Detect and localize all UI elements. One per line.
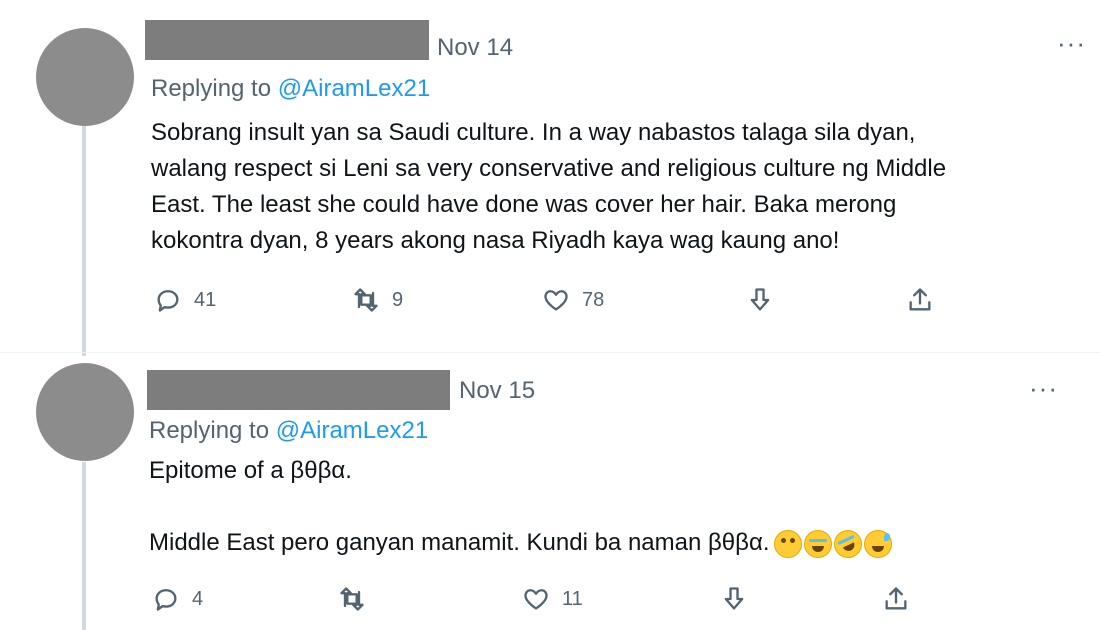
like-count: 11 [562,587,583,610]
redacted-username [145,20,429,60]
tweet[interactable]: Nov 14 ··· Replying to @AiramLex21 Sobra… [0,0,1100,352]
tweet[interactable]: Nov 15 ··· Replying to @AiramLex21 Epito… [0,353,1100,630]
share-button[interactable] [882,585,910,613]
retweet-icon [354,288,378,312]
replying-to-label: Replying to [151,75,278,102]
like-icon [544,290,568,311]
downvote-icon [750,288,770,311]
mention-link[interactable]: @AiramLex21 [278,75,430,102]
like-count: 78 [582,288,605,311]
tweet-date[interactable]: Nov 15 [459,377,535,405]
retweet-button[interactable] [338,585,378,613]
emoji-group [773,525,892,563]
downvote-icon [724,587,744,610]
share-button[interactable] [906,286,934,314]
retweet-button[interactable]: 9 [352,286,403,314]
like-button[interactable]: 11 [522,585,583,613]
tweet-actions: 41 9 78 [0,282,1100,322]
replying-to: Replying to @AiramLex21 [149,417,428,445]
reply-button[interactable]: 4 [152,585,203,613]
more-icon[interactable]: ··· [1057,30,1086,56]
tweet-text: Epitome of a βθβα. Middle East pero gany… [149,453,1049,563]
more-icon[interactable]: ··· [1029,375,1058,401]
tweet-actions: 4 11 [0,583,1100,623]
replying-to: Replying to @AiramLex21 [151,75,430,103]
reply-count: 4 [192,587,204,610]
tweet-date[interactable]: Nov 14 [437,34,513,62]
avatar[interactable] [36,28,134,126]
avatar[interactable] [36,363,134,461]
mention-link[interactable]: @AiramLex21 [276,417,428,444]
like-button[interactable]: 78 [542,286,604,314]
tweet-text-content: Epitome of a βθβα. Middle East pero gany… [149,457,770,556]
retweet-count: 9 [392,288,404,311]
share-icon [909,288,931,311]
tweet-text: Sobrang insult yan sa Saudi culture. In … [151,119,947,254]
like-icon [524,589,548,610]
reply-count: 41 [194,288,217,311]
replying-to-label: Replying to [149,417,276,444]
rolling-on-floor-laughing-icon [828,525,867,563]
downvote-button[interactable] [746,286,774,314]
face-with-tears-of-joy-icon [803,529,832,558]
reply-icon [157,290,179,312]
grinning-face-with-sweat-icon [863,529,892,558]
downvote-button[interactable] [720,585,748,613]
face-with-rolling-eyes-icon [773,529,802,558]
reply-icon [155,589,177,611]
redacted-username [147,370,450,410]
share-icon [885,587,907,610]
retweet-icon [340,587,364,611]
reply-button[interactable]: 41 [154,286,216,314]
